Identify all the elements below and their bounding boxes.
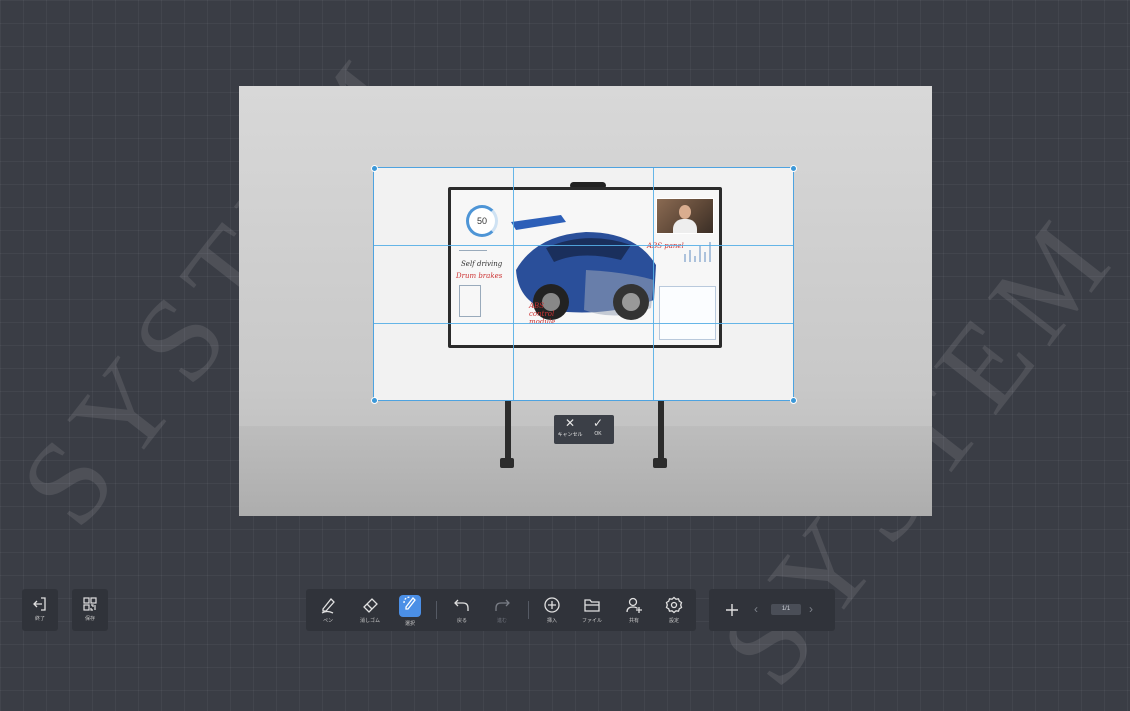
toolbar-exit-group: 終了 [22,589,58,631]
cancel-button[interactable]: ✕ キャンセル [556,417,584,443]
info-panel [659,286,716,340]
chevron-left-icon: ‹ [754,602,758,616]
lasso-select-icon [403,596,416,610]
select-tool-active-bg [399,595,421,617]
exit-label: 終了 [34,616,45,622]
select-label: 選択 [404,621,415,627]
video-thumbnail [656,198,714,234]
next-page-button[interactable]: › [809,602,813,616]
crop-grid-v1 [513,168,514,400]
crop-handle-tr[interactable] [790,165,797,172]
toolbar-save-group: 保存 [72,589,108,631]
bar-chart-sketch [684,242,711,262]
undo-button[interactable]: 戻る [444,589,480,631]
ok-label: OK [594,431,602,437]
insert-button[interactable]: 挿入 [534,589,570,631]
plus-icon [726,604,738,616]
crop-grid-h1 [374,245,793,246]
settings-label: 設定 [668,618,679,624]
chevron-right-icon: › [809,602,813,616]
toolbar-separator-2 [528,601,529,619]
crop-handle-tl[interactable] [371,165,378,172]
file-label: ファイル [581,618,602,624]
crop-handle-bl[interactable] [371,397,378,404]
redo-icon [495,599,510,611]
close-icon: ✕ [564,416,576,430]
settings-button[interactable]: 設定 [656,589,692,631]
add-user-icon [626,597,642,613]
toolbar-separator [436,601,437,619]
crop-handle-br[interactable] [790,397,797,404]
label-drum-brakes: Drum brakes [456,272,503,280]
cancel-label: キャンセル [557,432,583,438]
pen-label: ペン [322,618,333,624]
crop-confirm-bar: ✕ キャンセル ✓ OK [554,415,614,444]
check-icon: ✓ [592,416,604,430]
stand-foot-right [653,458,667,468]
eraser-tool[interactable]: 消しゴム [352,589,388,631]
ok-button[interactable]: ✓ OK [584,417,612,443]
file-button[interactable]: ファイル [574,589,610,631]
qr-icon [83,597,97,611]
pen-tool[interactable]: ペン [310,589,346,631]
crop-grid-v2 [653,168,654,400]
eraser-label: 消しゴム [359,618,380,624]
stand-foot-left [500,458,514,468]
save-button[interactable]: 保存 [72,589,108,631]
crop-grid-h2 [374,323,793,324]
share-button[interactable]: 共有 [616,589,652,631]
folder-icon [584,599,600,612]
undo-label: 戻る [456,618,467,624]
page-indicator: 1/1 [771,604,801,615]
insert-label: 挿入 [546,618,557,624]
undo-icon [454,599,469,611]
redo-button[interactable]: 進む [484,589,520,631]
pen-icon [321,598,335,614]
select-tool[interactable]: 選択 [392,589,428,631]
add-page-button[interactable] [714,589,750,631]
gear-icon [665,596,683,614]
plus-circle-icon [544,597,560,613]
eraser-icon [363,598,378,613]
exit-button[interactable]: 終了 [22,589,58,631]
sketch-text-2 [459,285,481,317]
prev-page-button[interactable]: ‹ [754,602,758,616]
sketch-text [459,250,487,251]
exit-icon [33,597,46,611]
redo-label: 進む [496,618,507,624]
share-label: 共有 [628,618,639,624]
main-toolbar: ペン 消しゴム 選択 戻る 進む 挿入 ファイル 共有 設定 [306,589,696,631]
save-label: 保存 [84,616,95,622]
gauge: 50 [466,205,498,237]
display-screen: 50 Self driving ABS panel Drum brakes AB… [451,190,719,345]
label-self-driving: Self driving [461,260,503,268]
